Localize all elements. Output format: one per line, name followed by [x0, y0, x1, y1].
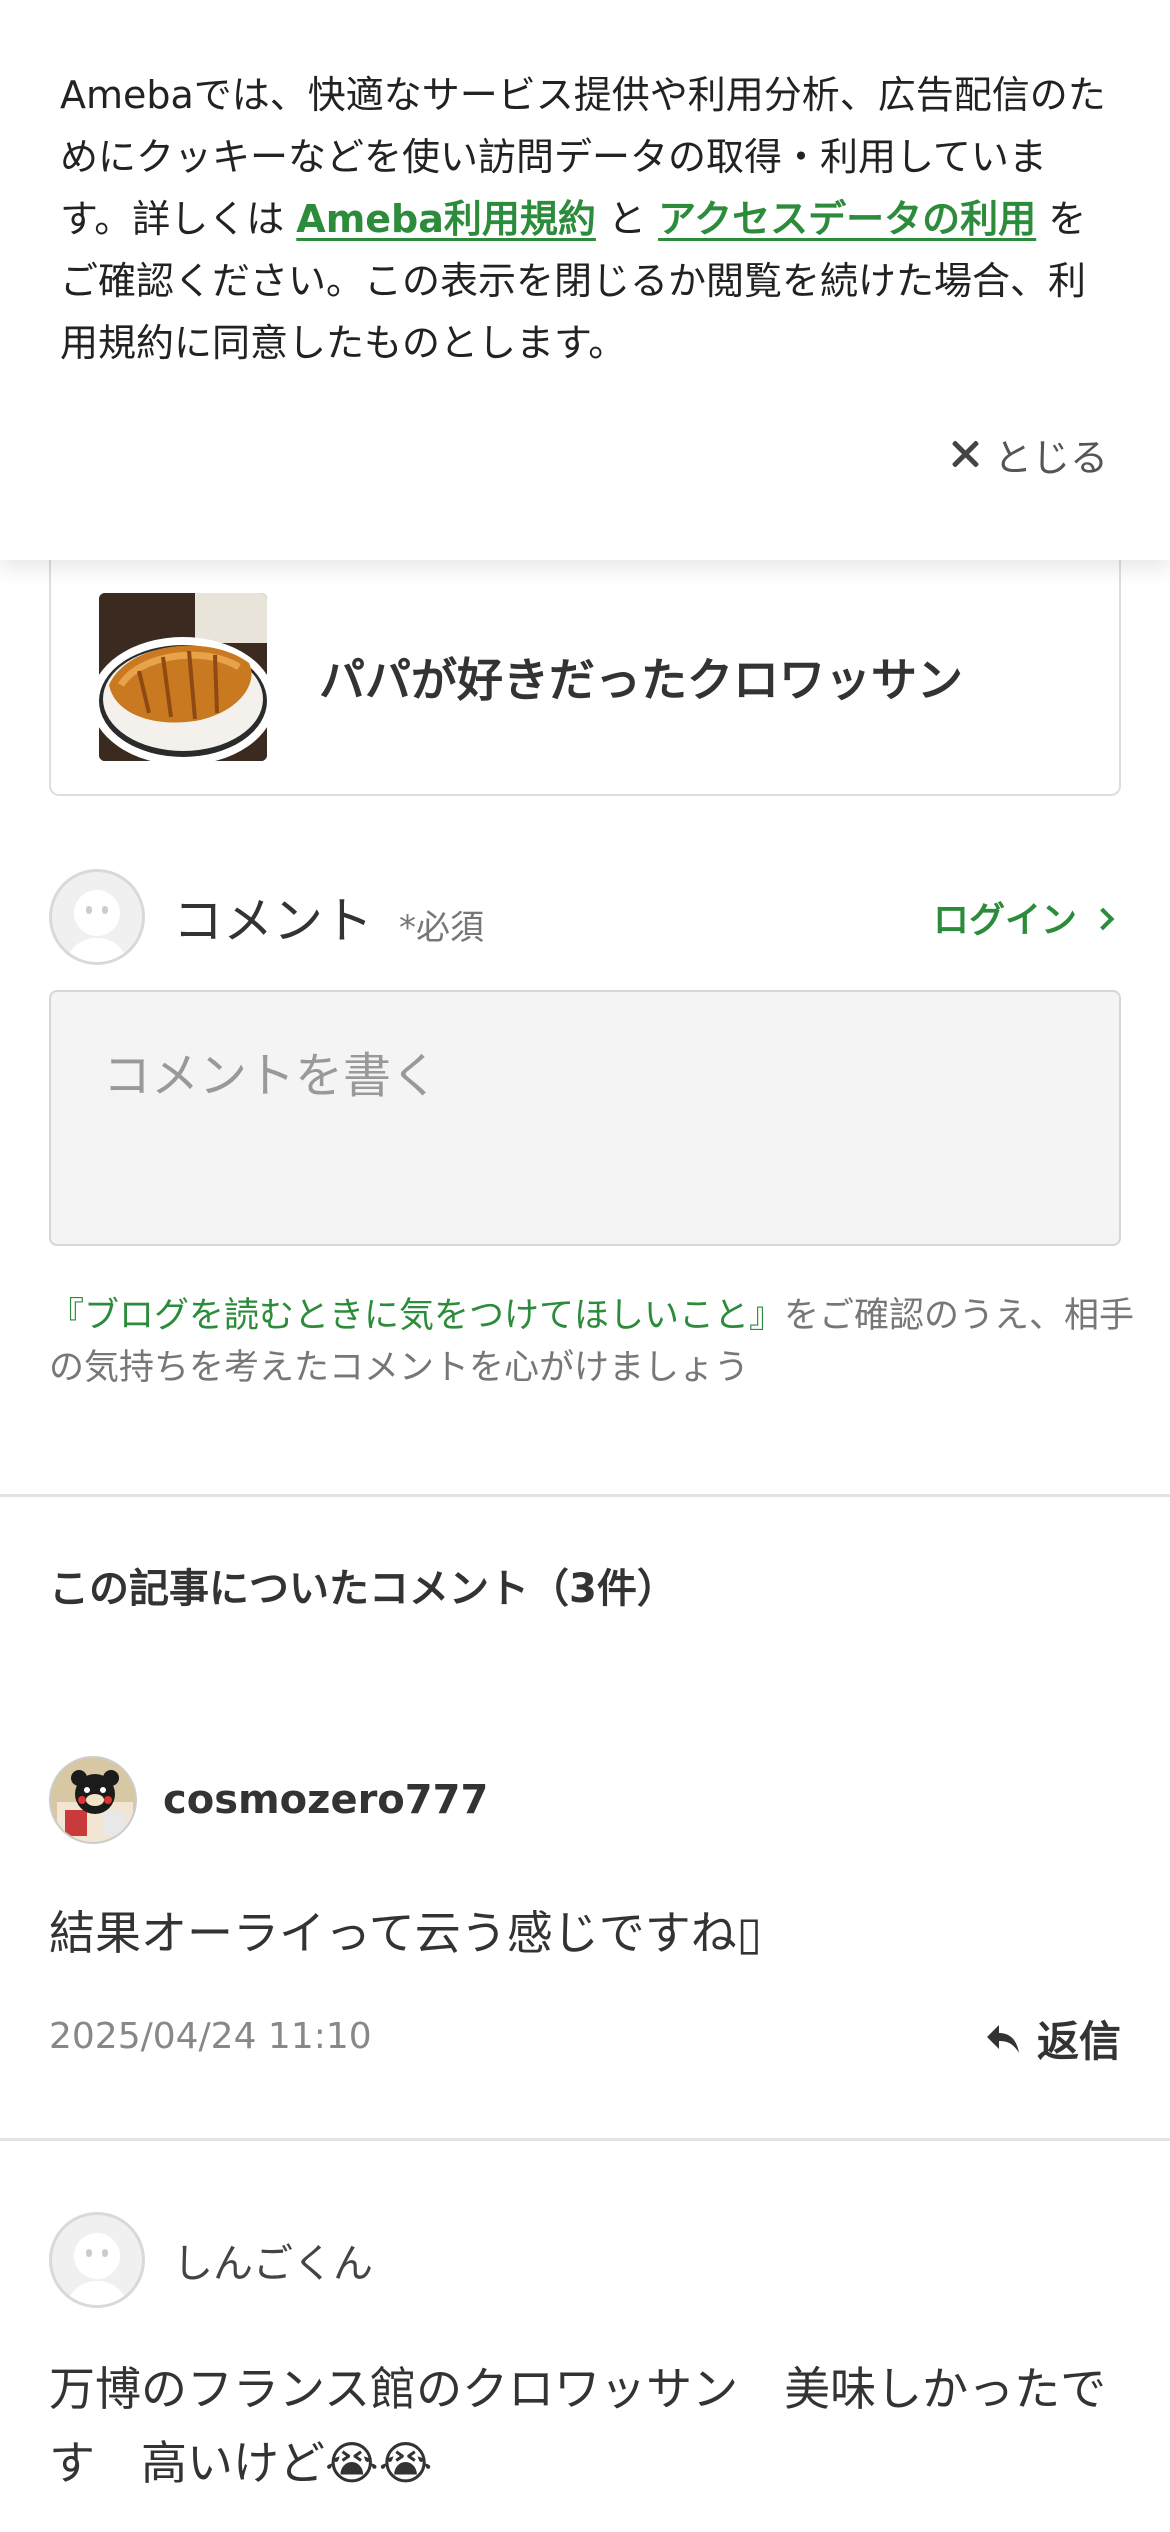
cookie-consent-banner: Amebaでは、快適なサービス提供や利用分析、広告配信のためにクッキーなどを使い… [0, 0, 1170, 560]
comment-form-header: コメント *必須 ログイン [49, 868, 1121, 966]
comment-author-row: cosmozero777 [49, 1756, 488, 1844]
required-mark: *必須 [399, 907, 484, 948]
cookie-consent-text: Amebaでは、快適なサービス提供や利用分析、広告配信のためにクッキーなどを使い… [60, 64, 1110, 374]
access-data-link[interactable]: アクセスデータの利用 [658, 197, 1036, 241]
article-thumbnail [99, 593, 267, 761]
reply-button[interactable]: 返信 [985, 2008, 1121, 2069]
login-link[interactable]: ログイン [933, 891, 1121, 943]
comment-author-name[interactable]: しんごくん [173, 2231, 373, 2289]
comment-text: 万博のフランス館のクロワッサン 美味しかったです 高いけど😭😭 [49, 2362, 1107, 2490]
close-icon [950, 439, 980, 469]
comment-label: コメント [173, 892, 373, 950]
cookie-text-and: と [595, 197, 659, 241]
comment-author-name[interactable]: cosmozero777 [163, 1777, 488, 1823]
chevron-right-icon [1091, 907, 1115, 931]
comment-guideline: 『ブログを読むときに気をつけてほしいこと』をご確認のうえ、相手の気持ちを考えたコ… [49, 1290, 1139, 1394]
login-label: ログイン [932, 900, 1077, 941]
comment-textarea[interactable] [49, 990, 1121, 1246]
section-divider [0, 1494, 1170, 1497]
avatar[interactable] [49, 1756, 137, 1844]
reply-label: 返信 [1036, 2017, 1121, 2066]
comments-section-title: この記事についたコメント（3件） [49, 1566, 677, 1612]
comment-text: 結果オーライって云う感じですね▯ [49, 1906, 763, 1960]
comment-timestamp: 2025/04/24 11:10 [49, 2016, 372, 2057]
guideline-link[interactable]: 『ブログを読むときに気をつけてほしいこと』 [49, 1296, 784, 1336]
default-avatar-icon[interactable] [49, 2212, 145, 2308]
comment-divider [0, 2138, 1170, 2141]
article-card[interactable]: パパが好きだったクロワッサン [49, 520, 1121, 796]
default-avatar-icon [49, 869, 145, 965]
reply-arrow-icon [986, 2024, 1019, 2053]
cookie-close-label: とじる [993, 435, 1108, 480]
cookie-close-button[interactable]: とじる [950, 424, 1108, 484]
terms-link[interactable]: Ameba利用規約 [296, 197, 596, 241]
comment-author-row: しんごくん [49, 2212, 373, 2308]
article-title: パパが好きだったクロワッサン [319, 653, 963, 707]
